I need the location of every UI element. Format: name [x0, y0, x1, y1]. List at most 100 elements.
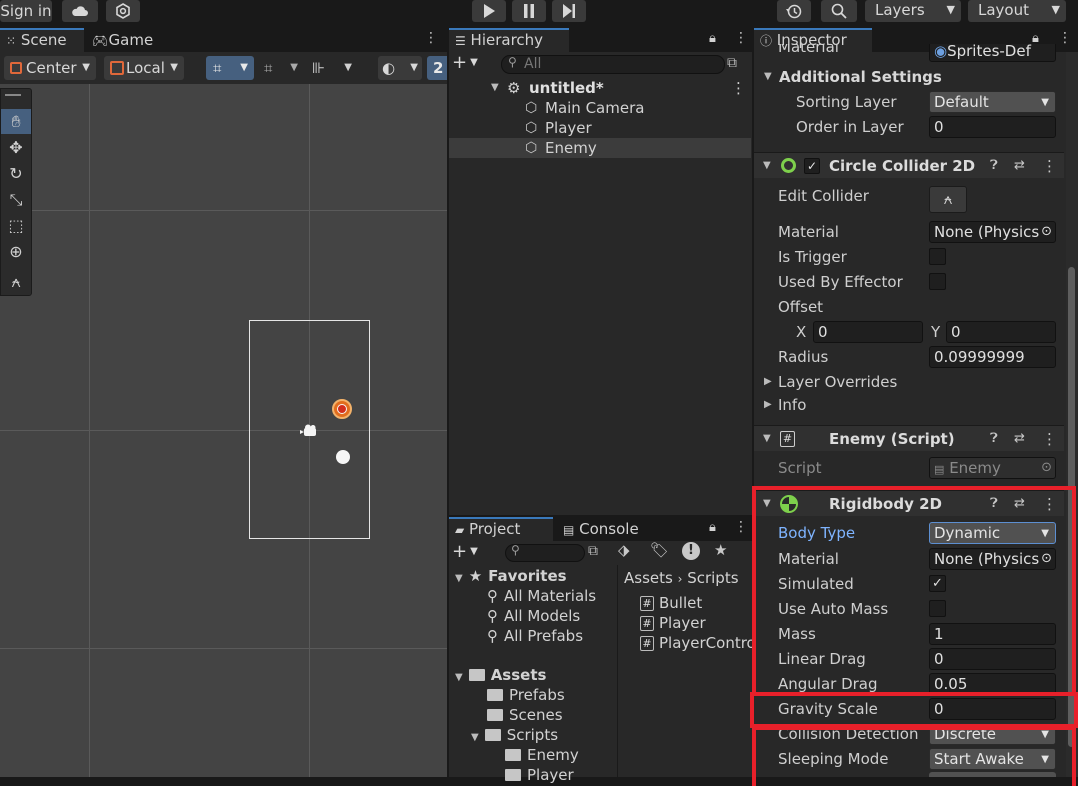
- circle-collider-header[interactable]: ▼ ✓ Circle Collider 2D ❓︎ ⇄ ⋮: [754, 152, 1064, 178]
- circle-collider-enabled-checkbox[interactable]: ✓: [804, 158, 820, 174]
- pivot-dropdown[interactable]: Center ▼: [4, 56, 96, 80]
- sign-in-button[interactable]: Sign in: [0, 0, 52, 22]
- custom-tool-button[interactable]: ⍲: [1, 269, 31, 294]
- space-dropdown[interactable]: Local ▼: [104, 56, 184, 80]
- star-icon[interactable]: ★: [714, 541, 727, 559]
- component-menu-icon[interactable]: ⋮: [1042, 491, 1057, 517]
- transform-tool-button[interactable]: ⊕: [1, 239, 31, 264]
- hierarchy-menu-icon[interactable]: ⋮: [734, 30, 748, 46]
- tab-game[interactable]: 🎮︎Game: [86, 28, 166, 52]
- project-menu-icon[interactable]: ⋮: [734, 519, 748, 535]
- presets-icon[interactable]: ⇄: [1014, 153, 1025, 179]
- file-bullet[interactable]: # Bullet: [640, 593, 702, 613]
- layers-dropdown[interactable]: Layers ▼: [865, 0, 961, 22]
- additional-settings-row[interactable]: ▼ Additional Settings: [754, 66, 1064, 88]
- drag-handle-icon[interactable]: [5, 94, 21, 96]
- draw-mode-button[interactable]: ◐ ▼: [378, 56, 422, 80]
- camera-gizmo-icon[interactable]: [300, 424, 320, 442]
- tab-hierarchy[interactable]: ☰ Hierarchy: [449, 28, 569, 52]
- scene-root-row[interactable]: ▼ ⚙︎ untitled* ⋮: [449, 78, 751, 98]
- edit-collider-button[interactable]: ⍲: [929, 186, 967, 213]
- label-filter-icon[interactable]: 🏷︎: [650, 541, 669, 559]
- hierarchy-search-input[interactable]: ⚲ All: [501, 55, 725, 74]
- next-dropdown-clipped[interactable]: [929, 772, 1056, 777]
- favorites-item-all-materials[interactable]: ⚲ All Materials: [487, 586, 596, 606]
- hierarchy-item-enemy[interactable]: ⬡ Enemy: [449, 138, 751, 158]
- rotate-tool-button[interactable]: ↻: [1, 161, 31, 186]
- scene-search-icon[interactable]: ⧉: [727, 55, 745, 74]
- is-trigger-checkbox[interactable]: [929, 248, 946, 265]
- scene-viewport[interactable]: ✋︎ ✥ ↻ ⤡ ⬚ ⊕ ⍲: [0, 84, 447, 777]
- folder-prefabs[interactable]: Prefabs: [487, 685, 565, 705]
- cloud-button[interactable]: [62, 0, 98, 22]
- player-sprite[interactable]: [336, 450, 350, 464]
- file-playercontroller[interactable]: # PlayerContro: [640, 633, 752, 653]
- offset-y-field[interactable]: 0: [946, 321, 1056, 343]
- folder-player[interactable]: Player: [505, 765, 574, 785]
- layout-dropdown[interactable]: Layout ▼: [968, 0, 1066, 22]
- increment-snap-button[interactable]: ⌗ ▼: [262, 56, 302, 80]
- scale-tool-button[interactable]: ⤡: [1, 187, 31, 212]
- inspector-scrollbar[interactable]: [1066, 52, 1078, 777]
- order-in-layer-field[interactable]: 0: [929, 116, 1056, 138]
- sleeping-mode-dropdown[interactable]: Start Awake ▼: [929, 748, 1056, 770]
- radius-field[interactable]: 0.09999999: [929, 346, 1056, 368]
- favorites-row[interactable]: ▼ ★ Favorites: [455, 566, 567, 586]
- hierarchy-item-main-camera[interactable]: ⬡ Main Camera: [449, 98, 751, 118]
- 2d-toggle-button[interactable]: 2: [427, 56, 447, 80]
- grid-snap-button[interactable]: ⌗ ▼: [206, 56, 254, 80]
- layer-overrides-foldout[interactable]: ▶ Layer Overrides: [754, 372, 1064, 392]
- angular-drag-field[interactable]: 0.05: [929, 673, 1056, 695]
- used-by-effector-checkbox[interactable]: [929, 273, 946, 290]
- search-filter-icon[interactable]: ⧉: [588, 543, 598, 559]
- use-auto-mass-checkbox[interactable]: [929, 600, 946, 617]
- folder-scenes[interactable]: Scenes: [487, 705, 563, 725]
- offset-x-field[interactable]: 0: [813, 321, 923, 343]
- component-menu-icon[interactable]: ⋮: [1042, 153, 1057, 179]
- tab-project[interactable]: ▰ Project: [449, 517, 553, 541]
- move-tool-button[interactable]: ✥: [1, 135, 31, 160]
- object-picker-icon[interactable]: ⊙: [1041, 222, 1052, 242]
- presets-icon[interactable]: ⇄: [1014, 491, 1025, 517]
- chevron-down-icon[interactable]: ▼: [491, 78, 499, 98]
- warning-filter-icon[interactable]: !: [682, 542, 700, 560]
- collision-detection-dropdown[interactable]: Discrete ▼: [929, 723, 1056, 745]
- scene-menu-icon[interactable]: ⋮: [424, 30, 438, 46]
- hierarchy-item-player[interactable]: ⬡ Player: [449, 118, 751, 138]
- mass-field[interactable]: 1: [929, 623, 1056, 645]
- presets-icon[interactable]: ⇄: [1014, 426, 1025, 452]
- info-foldout[interactable]: ▶ Info: [754, 395, 1064, 415]
- lock-icon[interactable]: 🔒︎: [709, 31, 716, 46]
- snap-settings-button[interactable]: ⊪ ▼: [310, 56, 356, 80]
- rigidbody-material-field[interactable]: None (Physics ⊙: [929, 548, 1056, 570]
- collab-button[interactable]: [106, 0, 140, 22]
- collider-material-field[interactable]: None (Physics ⊙: [929, 221, 1056, 243]
- rigidbody-header[interactable]: ▼ Rigidbody 2D ❓︎ ⇄ ⋮: [754, 490, 1064, 516]
- search-button[interactable]: [821, 0, 857, 22]
- sorting-layer-dropdown[interactable]: Default ▼: [929, 91, 1056, 113]
- material-field[interactable]: ◉Sprites-Def: [929, 44, 1056, 62]
- favorites-item-all-prefabs[interactable]: ⚲ All Prefabs: [487, 626, 583, 646]
- project-add-button[interactable]: + ▼: [452, 543, 490, 563]
- gravity-scale-field[interactable]: 0: [929, 698, 1056, 720]
- component-menu-icon[interactable]: ⋮: [1042, 426, 1057, 452]
- tab-console[interactable]: ▤ Console: [557, 517, 657, 541]
- object-picker-icon[interactable]: ⊙: [1041, 549, 1052, 569]
- file-player[interactable]: # Player: [640, 613, 706, 633]
- help-icon[interactable]: ❓︎: [990, 426, 998, 452]
- hierarchy-add-button[interactable]: + ▼: [452, 54, 490, 74]
- enemy-sprite[interactable]: [332, 399, 352, 419]
- scene-row-menu-icon[interactable]: ⋮: [731, 78, 746, 98]
- linear-drag-field[interactable]: 0: [929, 648, 1056, 670]
- simulated-checkbox[interactable]: ✓: [929, 575, 946, 592]
- lock-icon[interactable]: 🔒︎: [709, 520, 716, 535]
- rect-tool-button[interactable]: ⬚: [1, 213, 31, 238]
- body-type-dropdown[interactable]: Dynamic ▼: [929, 522, 1056, 544]
- enemy-script-header[interactable]: ▼ # Enemy (Script) ❓︎ ⇄ ⋮: [754, 425, 1064, 451]
- help-icon[interactable]: ❓︎: [990, 153, 998, 179]
- undo-history-button[interactable]: [777, 0, 811, 22]
- scrollbar-thumb[interactable]: [1068, 267, 1075, 747]
- tab-scene[interactable]: ⁙ Scene: [0, 28, 84, 52]
- type-filter-icon[interactable]: ⬗: [618, 541, 630, 559]
- folder-scripts[interactable]: ▼ Scripts: [471, 725, 558, 745]
